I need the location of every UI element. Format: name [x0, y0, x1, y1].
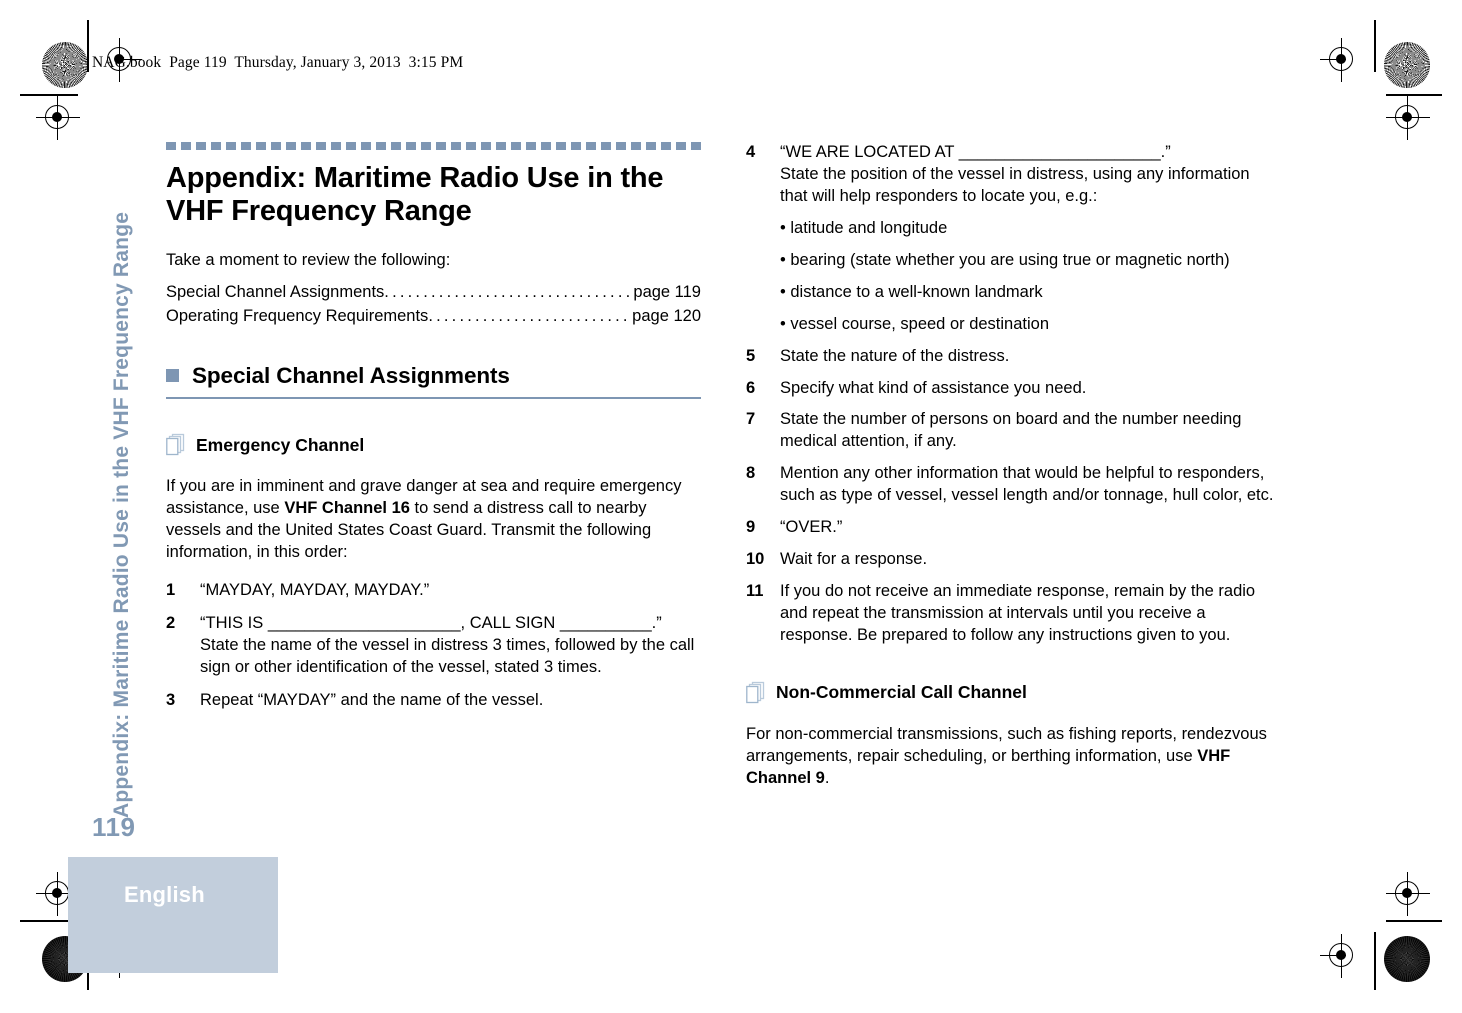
right-column: 4 “WE ARE LOCATED AT ___________________… — [746, 142, 1281, 790]
step-text: State the number of persons on board and… — [780, 410, 1242, 451]
list-item: 3 Repeat “MAYDAY” and the name of the ve… — [166, 690, 701, 712]
stacked-pages-icon — [746, 681, 768, 705]
emergency-steps-list: 1 “MAYDAY, MAYDAY, MAYDAY.” 2 “THIS IS _… — [166, 580, 701, 712]
decorative-dashed-rule — [166, 142, 701, 150]
toc-entry-2-leader: ........................................… — [428, 307, 631, 326]
step-number: 10 — [746, 550, 765, 569]
step-text-group: “WE ARE LOCATED AT _____________________… — [780, 142, 1281, 208]
subsection-heading-text: Non-Commercial Call Channel — [776, 682, 1027, 703]
section-heading-text: Special Channel Assignments — [192, 362, 510, 388]
list-item: • latitude and longitude — [780, 218, 948, 237]
list-item: 11 If you do not receive an immediate re… — [746, 581, 1281, 647]
crop-line-bottom-right-vertical — [1374, 932, 1376, 990]
step-text: “THIS IS _____________________, CALL SIG… — [200, 614, 662, 633]
subsection-heading-text: Emergency Channel — [196, 434, 365, 455]
toc-entry-1-leader: ........................................… — [384, 283, 631, 302]
list-item: 1 “MAYDAY, MAYDAY, MAYDAY.” — [166, 580, 701, 602]
registration-starburst-top-right — [1384, 42, 1430, 88]
emergency-steps-list-continued: 4 “WE ARE LOCATED AT ___________________… — [746, 142, 1281, 647]
stacked-pages-icon — [166, 433, 188, 457]
emergency-channel-paragraph: If you are in imminent and grave danger … — [166, 476, 701, 564]
step-text: Wait for a response. — [780, 550, 928, 569]
crop-line-top-right-horizontal — [1386, 94, 1442, 96]
non-commercial-paragraph-part-1: For non-commercial transmissions, such a… — [746, 724, 1267, 765]
crop-line-top-right-vertical — [1374, 20, 1376, 72]
toc-entry-1[interactable]: Special Channel Assignments ............… — [166, 281, 701, 304]
step-text: “OVER.” — [780, 518, 843, 537]
list-item: 2 “THIS IS _____________________, CALL S… — [166, 613, 701, 679]
page-number: 119 — [92, 812, 136, 842]
crop-line-top-left-vertical — [87, 20, 89, 72]
list-item: 10 Wait for a response. — [746, 549, 1281, 571]
step-number: 5 — [746, 346, 756, 365]
vhf-channel-16-bold: VHF Channel 16 — [284, 499, 410, 518]
registration-target-top-right — [1320, 38, 1364, 82]
toc-entry-2-page: page 120 — [632, 307, 701, 326]
intro-paragraph: Take a moment to review the following: — [166, 251, 451, 270]
step-number: 1 — [166, 581, 176, 600]
step-number: 9 — [746, 518, 756, 537]
step-number: 11 — [746, 582, 764, 601]
list-item: • distance to a well-known landmark — [780, 282, 1043, 301]
step-number: 4 — [746, 143, 756, 161]
file-header-stamp: NAG.book Page 119 Thursday, January 3, 2… — [92, 54, 464, 71]
step-text: Mention any other information that would… — [780, 464, 1274, 505]
list-item: 4 “WE ARE LOCATED AT ___________________… — [746, 142, 1281, 208]
registration-target-right-upper — [1386, 96, 1430, 140]
step-text: Repeat “MAYDAY” and the name of the vess… — [200, 690, 544, 709]
running-head-sidebar: Appendix: Maritime Radio Use in the VHF … — [102, 178, 142, 818]
list-item: • vessel course, speed or destination — [780, 314, 1050, 333]
step-text: State the nature of the distress. — [780, 346, 1010, 365]
step-subtext: State the name of the vessel in distress… — [200, 636, 695, 676]
step-text: Specify what kind of assistance you need… — [780, 378, 1087, 397]
step-number: 8 — [746, 464, 756, 483]
square-bullet-icon — [166, 369, 179, 383]
step-number: 7 — [746, 410, 756, 429]
list-item: 7 State the number of persons on board a… — [746, 409, 1281, 453]
step-subtext: State the position of the vessel in dist… — [780, 164, 1250, 205]
non-commercial-paragraph: For non-commercial transmissions, such a… — [746, 724, 1281, 790]
list-item: 9 “OVER.” — [746, 517, 1281, 539]
toc-entry-1-label: Special Channel Assignments — [166, 283, 385, 302]
toc-entry-2-label: Operating Frequency Requirements — [166, 307, 429, 326]
subsection-heading-emergency-channel: Emergency Channel — [166, 433, 701, 457]
list-item: • bearing (state whether you are using t… — [780, 250, 1230, 269]
page-title: Appendix: Maritime Radio Use in the VHF … — [166, 162, 664, 228]
non-commercial-paragraph-part-2: . — [824, 768, 830, 787]
crop-line-top-left-horizontal — [20, 94, 78, 96]
registration-starburst-top-left — [42, 42, 88, 88]
step-number: 6 — [746, 378, 756, 397]
language-label: English — [124, 882, 205, 907]
list-item: 6 Specify what kind of assistance you ne… — [746, 378, 1281, 400]
registration-target-bottom-right — [1320, 934, 1364, 978]
subsection-heading-non-commercial-call-channel: Non-Commercial Call Channel — [746, 681, 1281, 705]
language-block — [68, 857, 278, 973]
section-heading-special-channel-assignments: Special Channel Assignments — [166, 363, 701, 389]
list-item: 5 State the nature of the distress. — [746, 346, 1281, 368]
step-number: 3 — [166, 690, 176, 709]
crop-line-bottom-right-horizontal — [1386, 920, 1442, 922]
registration-target-left-upper — [36, 96, 80, 140]
step-text: If you do not receive an immediate respo… — [780, 582, 1256, 644]
step-text-group: “THIS IS _____________________, CALL SIG… — [200, 613, 701, 679]
registration-starburst-bottom-right — [1384, 936, 1430, 982]
step-number: 2 — [166, 614, 176, 633]
running-head-text: Appendix: Maritime Radio Use in the VHF … — [110, 211, 133, 818]
registration-target-right-lower — [1386, 872, 1430, 916]
left-column: Appendix: Maritime Radio Use in the VHF … — [166, 142, 701, 723]
toc-entry-2[interactable]: Operating Frequency Requirements .......… — [166, 305, 701, 328]
step-text: “WE ARE LOCATED AT _____________________… — [780, 143, 1171, 161]
step4-bullet-list: • latitude and longitude • bearing (stat… — [780, 218, 1281, 336]
list-item: 8 Mention any other information that wou… — [746, 463, 1281, 507]
section-heading-rule — [166, 396, 701, 400]
step-text: “MAYDAY, MAYDAY, MAYDAY.” — [200, 581, 430, 600]
toc-entry-1-page: page 119 — [633, 283, 701, 302]
